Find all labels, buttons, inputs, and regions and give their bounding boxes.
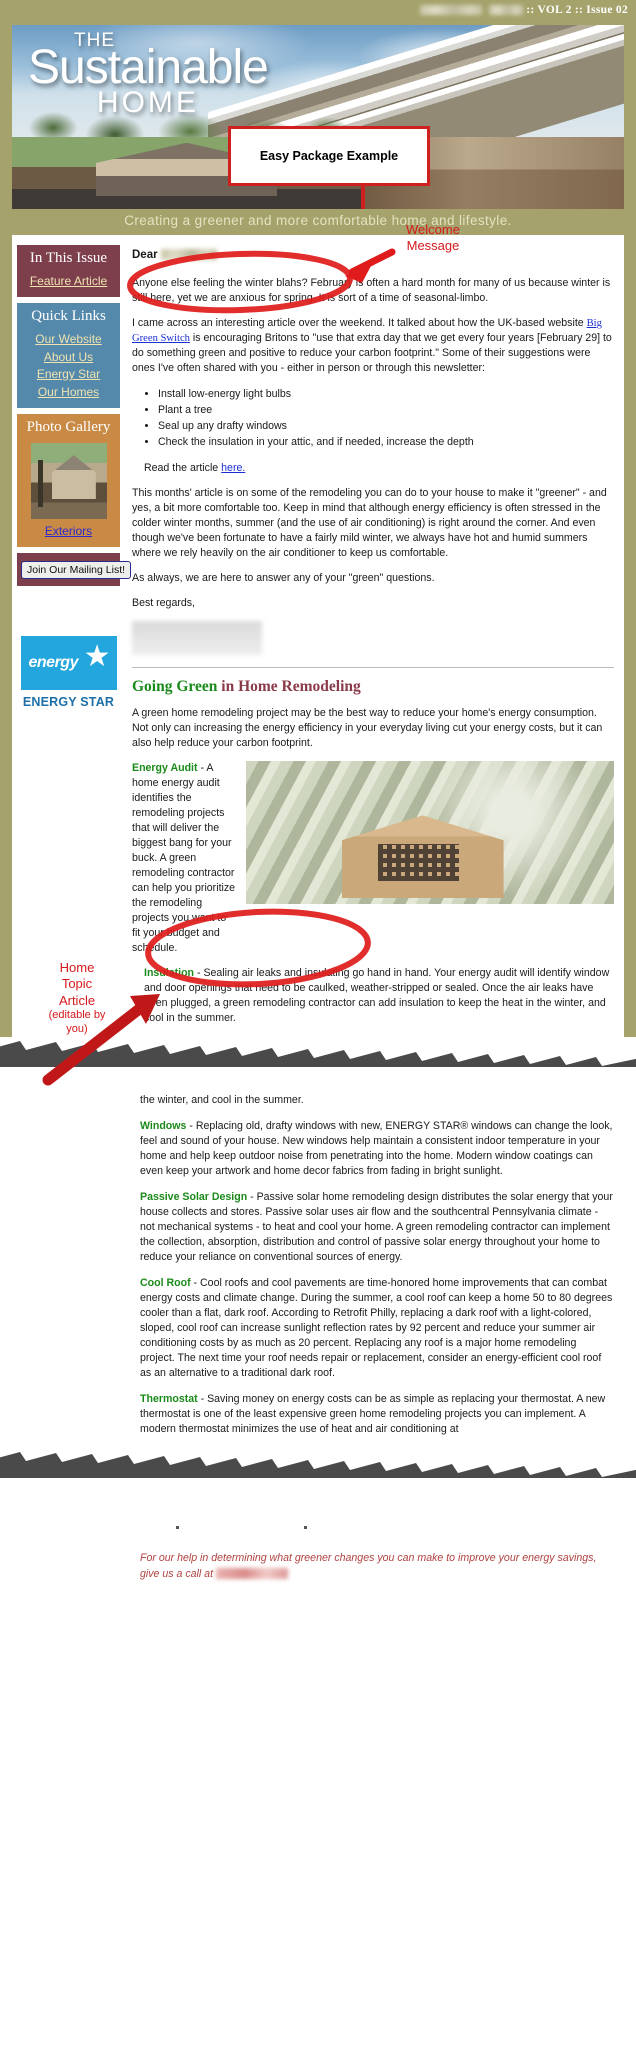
letter-paragraph-4: As always, we are here to answer any of … bbox=[132, 571, 435, 584]
quick-links-list: Our Website About Us Energy Star Our Hom… bbox=[17, 329, 120, 408]
list-item: Seal up any drafty windows bbox=[158, 419, 614, 434]
article-continued: the winter, and cool in the summer. Wind… bbox=[12, 1092, 624, 1438]
article-section-cool-roof: Cool Roof - Cool roofs and cool pavement… bbox=[140, 1276, 614, 1381]
masthead-title: THE Sustainable HOME bbox=[28, 31, 269, 118]
issue-text: :: VOL 2 :: Issue 02 bbox=[526, 4, 628, 16]
insulation-continued: the winter, and cool in the summer. bbox=[140, 1093, 304, 1106]
list-item: Plant a tree bbox=[158, 403, 614, 418]
term-windows: Windows bbox=[140, 1119, 187, 1132]
list-item: Install low-energy light bulbs bbox=[158, 387, 614, 402]
tear-graphic-2 bbox=[0, 1452, 636, 1479]
text-thermostat: - Saving money on energy costs can be as… bbox=[140, 1393, 606, 1436]
footer-note-line1: For our help in determining what greener… bbox=[140, 1551, 456, 1564]
term-cool-roof: Cool Roof bbox=[140, 1276, 191, 1289]
redacted-company-name bbox=[419, 5, 482, 16]
letter-paragraph-1: Anyone else feeling the winter blahs? Fe… bbox=[132, 277, 611, 305]
interior-kitchen-photo bbox=[364, 137, 624, 209]
article-intro: A green home remodeling project may be t… bbox=[132, 706, 603, 749]
content-panel: In This Issue Feature Article Quick Link… bbox=[12, 235, 624, 1037]
sidebar-link-exteriors[interactable]: Exteriors bbox=[17, 523, 120, 540]
masthead-sustainable: Sustainable bbox=[28, 41, 269, 94]
energy-star-word: energy bbox=[28, 654, 79, 672]
text-insulation: - Sealing air leaks and insulating go ha… bbox=[144, 967, 610, 1025]
footer-call-note: For our help in determining what greener… bbox=[140, 1551, 610, 1583]
photo-gallery-title: Photo Gallery bbox=[26, 418, 111, 435]
redacted-phone-number bbox=[215, 1568, 288, 1580]
page-gap-1 bbox=[0, 1062, 636, 1093]
page-gap-2 bbox=[0, 1474, 636, 1509]
article-section-windows: Windows - Replacing old, drafty windows … bbox=[140, 1119, 614, 1179]
sidebar-mailing-list: Join Our Mailing List! bbox=[17, 553, 132, 587]
energy-star-badge: energy ★ bbox=[20, 636, 117, 691]
suggestion-list: Install low-energy light bulbs Plant a t… bbox=[146, 387, 614, 450]
redacted-company-name-2 bbox=[489, 5, 524, 16]
in-this-issue-title: In This Issue bbox=[29, 250, 108, 266]
sidebar-link-our-website[interactable]: Our Website bbox=[17, 331, 120, 348]
p2-after-link: is encouraging Britons to "use that extr… bbox=[132, 332, 612, 375]
article-title-green: Going Green bbox=[132, 677, 218, 695]
dot bbox=[176, 1526, 179, 1530]
term-insulation: Insulation bbox=[144, 967, 195, 980]
dot bbox=[304, 1526, 307, 1530]
article-section-passive-solar: Passive Solar Design - Passive solar hom… bbox=[140, 1190, 614, 1265]
in-this-issue-links: Feature Article bbox=[17, 271, 120, 297]
read-article-line: Read the article here. bbox=[144, 461, 614, 476]
text-cool-roof: - Cool roofs and cool pavements are time… bbox=[140, 1276, 613, 1380]
gallery-thumbnail[interactable] bbox=[30, 442, 107, 519]
list-item: Check the insulation in your attic, and … bbox=[158, 435, 614, 450]
read-article-text: Read the article bbox=[144, 461, 222, 474]
greeting: Dear bbox=[132, 247, 614, 263]
sidebar-link-about-us[interactable]: About Us bbox=[17, 349, 120, 366]
sidebar-photo-gallery: Photo Gallery Exteriors bbox=[17, 413, 120, 548]
redacted-recipient-name bbox=[160, 249, 217, 261]
page-tear-1 bbox=[0, 1036, 636, 1067]
page-tear-2 bbox=[0, 1448, 636, 1479]
letter-paragraph-2: I came across an interesting article ove… bbox=[132, 316, 614, 376]
redacted-signature bbox=[132, 620, 262, 655]
text-windows: - Replacing old, drafty windows with new… bbox=[140, 1119, 613, 1177]
newsletter-screenshot: :: VOL 2 :: Issue 02 THE Sustainable HOM… bbox=[0, 0, 636, 1614]
star-icon: ★ bbox=[83, 640, 111, 674]
article-section-insulation: Insulation - Sealing air leaks and insul… bbox=[144, 966, 614, 1026]
article-section-thermostat: Thermostat - Saving money on energy cost… bbox=[140, 1392, 614, 1437]
tear-graphic-1 bbox=[0, 1040, 636, 1067]
text-energy-audit: - A home energy audit identifies the rem… bbox=[132, 761, 236, 955]
energy-audit-text: Energy Audit - A home energy audit ident… bbox=[132, 761, 237, 956]
join-mailing-list-button[interactable]: Join Our Mailing List! bbox=[21, 561, 132, 580]
energy-star-logo: energy ★ ENERGY STAR bbox=[20, 636, 117, 721]
tagline: Creating a greener and more comfortable … bbox=[12, 209, 624, 235]
letter-paragraph-3: This months' article is on some of the r… bbox=[132, 486, 607, 559]
energy-star-label: ENERGY STAR bbox=[20, 690, 117, 713]
sidebar-quick-links: Quick Links Our Website About Us Energy … bbox=[17, 303, 120, 408]
sidebar: In This Issue Feature Article Quick Link… bbox=[12, 243, 132, 1037]
article-title: Going Green in Home Remodeling bbox=[132, 678, 614, 696]
decorative-dots bbox=[140, 1518, 610, 1540]
term-energy-audit: Energy Audit bbox=[132, 761, 198, 774]
photo-strip bbox=[12, 137, 624, 209]
exterior-house-photo bbox=[12, 137, 361, 209]
main-column: Dear Anyone else feeling the winter blah… bbox=[124, 243, 624, 1037]
link-read-article-here[interactable]: here. bbox=[221, 462, 245, 474]
issue-line: :: VOL 2 :: Issue 02 bbox=[419, 4, 628, 16]
letter-closing: Best regards, bbox=[132, 596, 196, 609]
newsletter-body: THE Sustainable HOME Creating a greener … bbox=[0, 25, 636, 1037]
term-passive-solar-design: Passive Solar Design bbox=[140, 1190, 248, 1203]
section-divider bbox=[132, 666, 614, 668]
footer-section: For our help in determining what greener… bbox=[12, 1508, 624, 1614]
money-house-photo bbox=[246, 760, 614, 904]
sidebar-link-energy-star[interactable]: Energy Star bbox=[17, 366, 120, 383]
greeting-word: Dear bbox=[132, 249, 158, 261]
article-title-rest: in Home Remodeling bbox=[217, 677, 361, 695]
energy-audit-row: Energy Audit - A home energy audit ident… bbox=[132, 760, 614, 956]
sidebar-link-feature-article[interactable]: Feature Article bbox=[17, 273, 120, 290]
photo-gallery-caption-wrap: Exteriors bbox=[17, 523, 120, 547]
term-thermostat: Thermostat bbox=[140, 1393, 198, 1406]
masthead-banner: THE Sustainable HOME bbox=[12, 25, 624, 137]
sidebar-link-our-homes[interactable]: Our Homes bbox=[17, 384, 120, 401]
article-section-energy-audit: Energy Audit - A home energy audit ident… bbox=[132, 761, 237, 956]
top-bar: :: VOL 2 :: Issue 02 bbox=[0, 0, 636, 25]
quick-links-title: Quick Links bbox=[31, 308, 106, 325]
p2-before-link: I came across an interesting article ove… bbox=[132, 317, 587, 330]
sidebar-in-this-issue: In This Issue Feature Article bbox=[17, 245, 120, 298]
